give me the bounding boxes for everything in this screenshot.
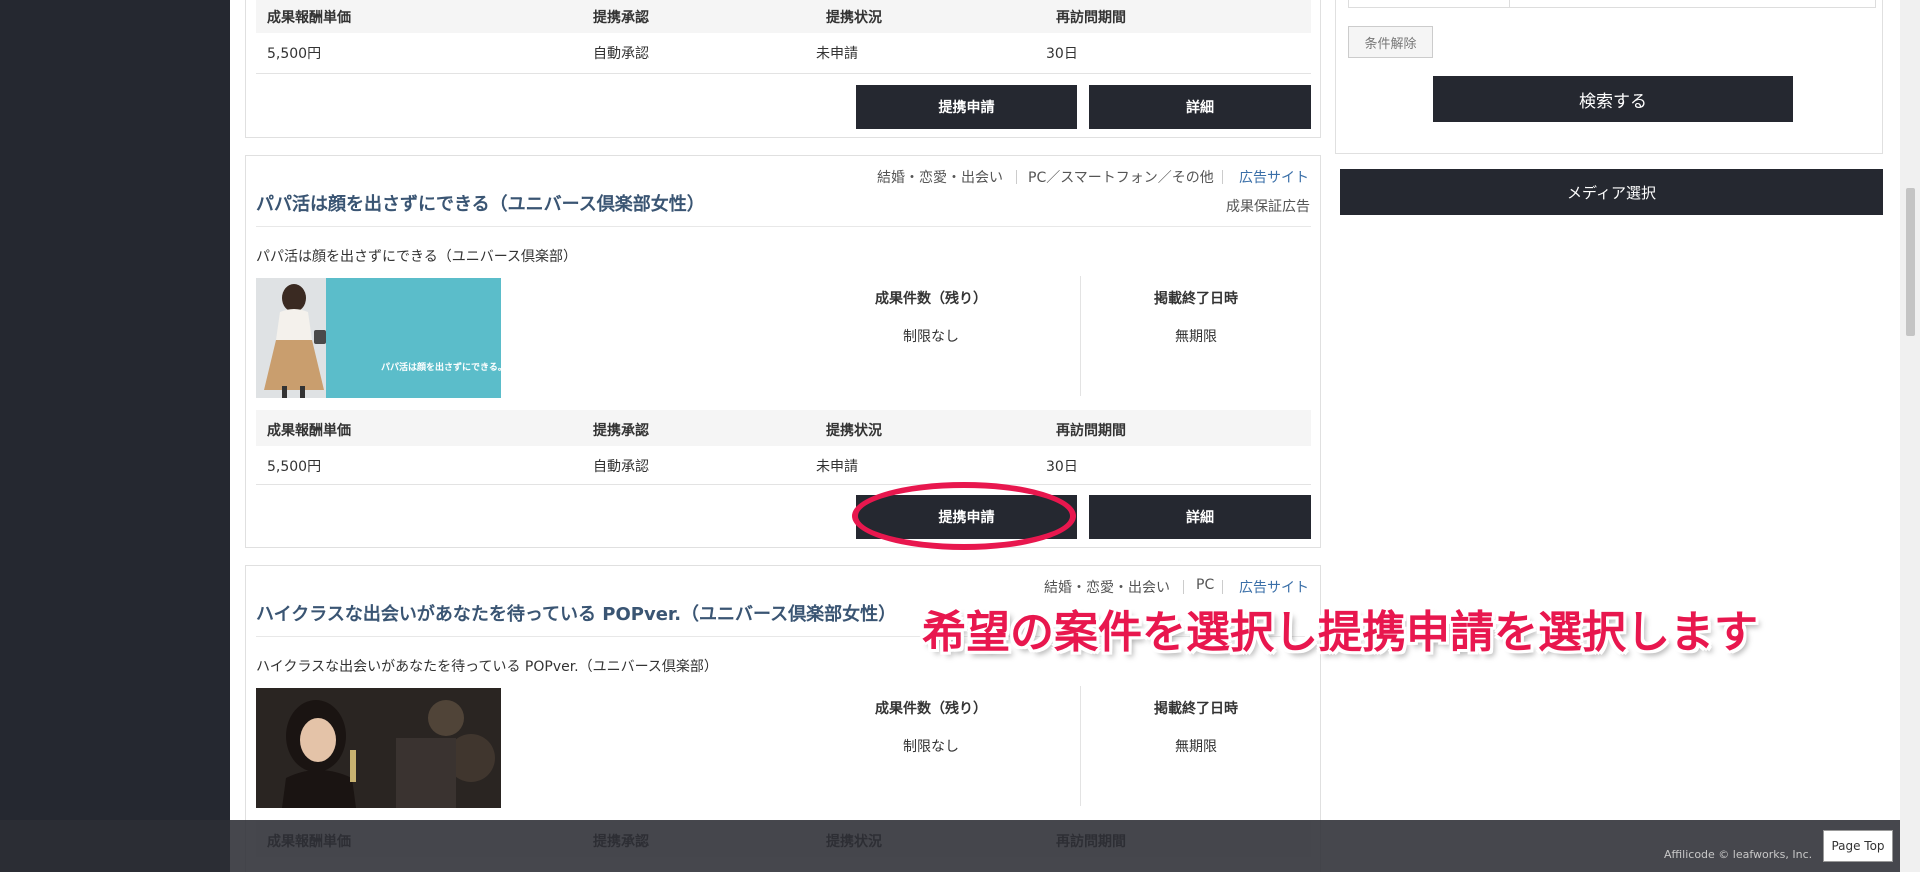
value-revisit: 30日 [1046, 459, 1078, 475]
devices-label: PC [1196, 577, 1215, 593]
header-revisit: 再訪問期間 [1056, 10, 1126, 26]
devices-label: PC／スマートフォン／その他 [1028, 170, 1214, 186]
value-approval: 自動承認 [593, 459, 649, 475]
apply-button[interactable]: 提携申請 [856, 495, 1077, 539]
category-label: 結婚・恋愛・出会い [1044, 580, 1170, 596]
stats-header-row: 成果報酬単価 提携承認 提携状況 再訪問期間 [256, 410, 1311, 446]
end-date-header: 掲載終了日時 [1154, 701, 1238, 717]
remaining-value: 制限なし [903, 739, 959, 755]
meta-separator [1222, 170, 1223, 184]
header-status: 提携状況 [826, 10, 882, 26]
page-top-button[interactable]: Page Top [1823, 830, 1893, 862]
filter-input-row[interactable] [1348, 0, 1876, 8]
meta-separator [1183, 580, 1184, 594]
category-label: 結婚・恋愛・出会い [877, 170, 1003, 186]
offer-card-papakatsu: 結婚・恋愛・出会い PC／スマートフォン／その他 広告サイト 成果保証広告 パパ… [245, 155, 1321, 548]
header-status: 提携状況 [826, 423, 882, 439]
offer-card-previous: 成果報酬単価 提携承認 提携状況 再訪問期間 5,500円 自動承認 未申請 3… [245, 0, 1321, 138]
instruction-caption: 希望の案件を選択し提携申請を選択します [922, 607, 1758, 658]
media-select-button[interactable]: メディア選択 [1340, 169, 1883, 215]
value-price: 5,500円 [267, 46, 322, 62]
offer-description: パパ活は顔を出さずにできる（ユニバース倶楽部） [256, 249, 578, 265]
value-price: 5,500円 [267, 459, 322, 475]
header-approval: 提携承認 [593, 10, 649, 26]
offer-title[interactable]: パパ活は顔を出さずにできる（ユニバース倶楽部女性） [256, 190, 705, 216]
end-date-value: 無期限 [1175, 329, 1217, 345]
remaining-value: 制限なし [903, 329, 959, 345]
value-status: 未申請 [816, 46, 858, 62]
row-divider [256, 484, 1311, 485]
banner-illustration [256, 688, 501, 808]
title-divider [256, 226, 1311, 227]
meta-separator [1016, 170, 1017, 184]
meta-separator [1222, 580, 1223, 594]
column-divider [1080, 686, 1081, 806]
header-approval: 提携承認 [593, 423, 649, 439]
end-date-header: 掲載終了日時 [1154, 291, 1238, 307]
stats-header-row: 成果報酬単価 提携承認 提携状況 再訪問期間 [256, 0, 1311, 33]
value-status: 未申請 [816, 459, 858, 475]
remaining-header: 成果件数（残り） [875, 701, 987, 717]
detail-button[interactable]: 詳細 [1089, 495, 1311, 539]
offer-banner-image[interactable] [256, 688, 501, 808]
offer-title[interactable]: ハイクラスな出会いがあなたを待っている POPver.（ユニバース倶楽部女性） [256, 600, 896, 626]
offer-banner-image[interactable]: パパ活は顔を出さずにできる。 [256, 278, 501, 398]
header-price: 成果報酬単価 [267, 423, 351, 439]
search-button[interactable]: 検索する [1433, 76, 1793, 122]
detail-button[interactable]: 詳細 [1089, 85, 1311, 129]
end-date-value: 無期限 [1175, 739, 1217, 755]
header-price: 成果報酬単価 [267, 10, 351, 26]
left-sidebar-background [0, 0, 230, 872]
value-approval: 自動承認 [593, 46, 649, 62]
banner-illustration [256, 278, 501, 398]
remaining-header: 成果件数（残り） [875, 291, 987, 307]
clear-conditions-button[interactable]: 条件解除 [1348, 26, 1433, 58]
ad-site-link[interactable]: 広告サイト [1239, 577, 1309, 597]
scrollbar-track[interactable] [1900, 0, 1920, 872]
banner-caption: パパ活は顔を出さずにできる。 [381, 363, 501, 373]
scrollbar-thumb[interactable] [1906, 188, 1915, 336]
column-divider [1080, 276, 1081, 396]
guarantee-label: 成果保証広告 [1226, 199, 1310, 215]
value-revisit: 30日 [1046, 46, 1078, 62]
ad-site-link[interactable]: 広告サイト [1239, 167, 1309, 187]
apply-button[interactable]: 提携申請 [856, 85, 1077, 129]
offer-description: ハイクラスな出会いがあなたを待っている POPver.（ユニバース倶楽部） [256, 659, 718, 675]
row-divider [256, 73, 1311, 74]
header-revisit: 再訪問期間 [1056, 423, 1126, 439]
footer-copyright: Affilicode © leafworks, Inc. [1664, 848, 1813, 861]
page-footer: Affilicode © leafworks, Inc. [0, 820, 1900, 872]
search-filter-panel: 条件解除 検索する [1335, 0, 1883, 154]
